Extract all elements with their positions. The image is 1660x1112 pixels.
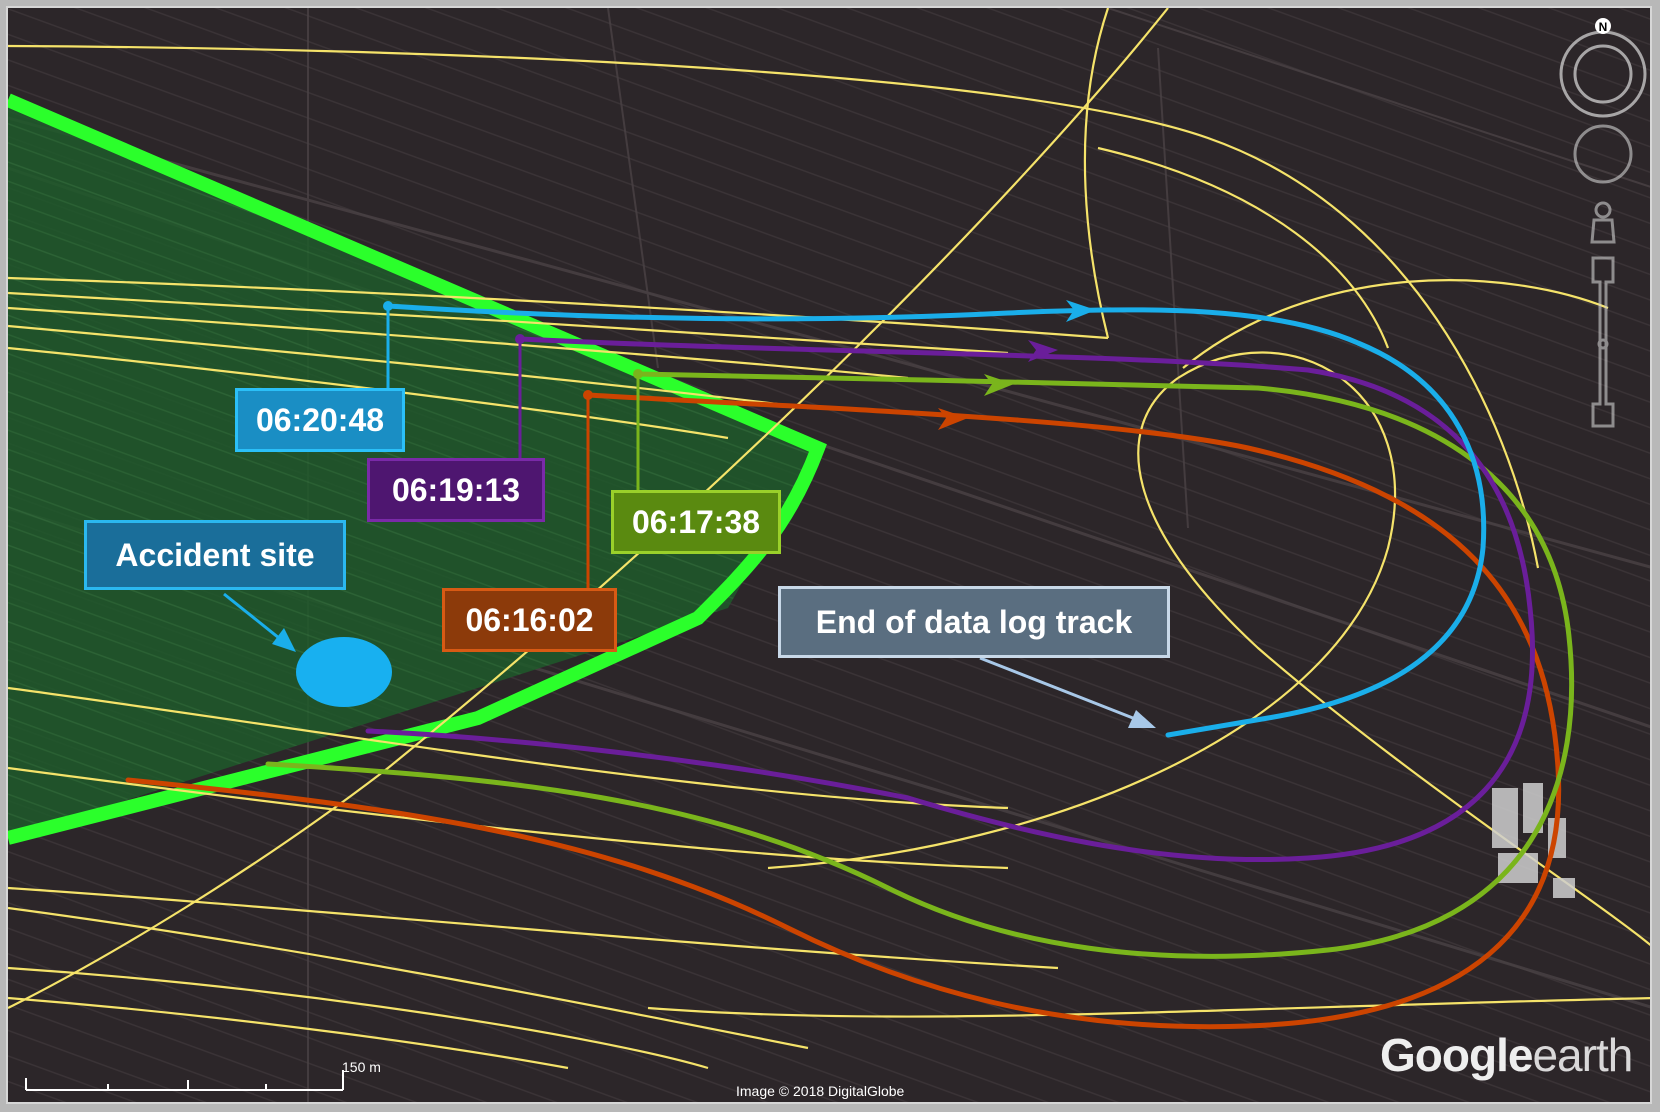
scale-label: 150 m [342,1059,381,1075]
zoom-slider-icon[interactable] [1591,256,1615,428]
time-label-0616: 06:16:02 [442,588,617,652]
street-view-pegman-icon[interactable] [1590,201,1616,244]
accident-site-marker[interactable] [296,637,392,707]
time-label-0619: 06:19:13 [367,458,545,522]
accident-site-label: Accident site [84,520,346,590]
time-label-0620: 06:20:48 [235,388,405,452]
map-view[interactable]: 06:20:48 06:19:13 06:17:38 06:16:02 Acci… [6,6,1652,1104]
google-earth-logo: Googleearth [1380,1029,1633,1081]
time-label-0617: 06:17:38 [611,490,781,554]
navigation-controls[interactable]: N [1548,14,1648,434]
imagery-credit: Image © 2018 DigitalGlobe [736,1083,905,1099]
north-label: N [1599,20,1608,34]
look-joystick-icon[interactable] [1573,124,1633,184]
end-of-track-label: End of data log track [778,586,1170,658]
compass-ring-icon[interactable] [1559,30,1647,118]
